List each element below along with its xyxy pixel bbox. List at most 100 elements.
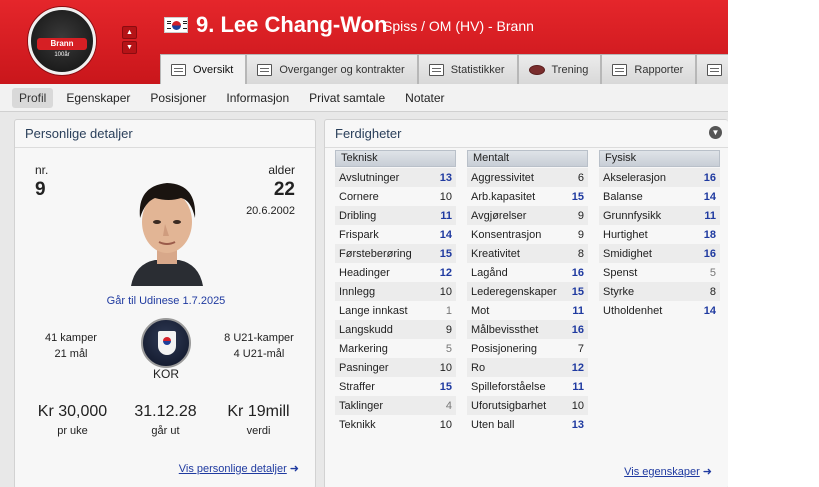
u21-caps: 8 U21-kamper [224,332,294,344]
skill-value: 11 [704,209,716,222]
previous-player-button[interactable]: ▲ [122,26,137,39]
skill-value: 1 [445,304,452,317]
skill-name: Avgjørelser [471,209,527,222]
wage-label: pr uke [57,425,88,437]
skill-row[interactable]: Arb.kapasitet 15 [467,187,588,206]
skill-row[interactable]: Spilleforståelse 11 [467,377,588,396]
tab-sam[interactable]: Sam [696,54,728,84]
skill-row[interactable]: Langskudd 9 [335,320,456,339]
age-value: 22 [273,179,295,200]
subnav-privat-samtale[interactable]: Privat samtale [302,88,392,108]
collapse-chevron-icon[interactable]: ▼ [709,126,722,139]
international-caps: 41 kamper [45,332,97,344]
skill-row[interactable]: Aggressivitet 6 [467,168,588,187]
tab-trening[interactable]: Trening [517,54,602,84]
skill-row[interactable]: Konsentrasjon 9 [467,225,588,244]
skill-row[interactable]: Lederegenskaper 15 [467,282,588,301]
skill-row[interactable]: Pasninger 10 [335,358,456,377]
skill-name: Spilleforståelse [471,380,546,393]
skill-name: Hurtighet [603,228,648,241]
skill-row[interactable]: Smidighet 16 [599,244,720,263]
club-logo[interactable]: Brann 100år [28,7,96,75]
skill-name: Arb.kapasitet [471,190,536,203]
skill-row[interactable]: Markering 5 [335,339,456,358]
view-attributes-link[interactable]: Vis egenskaper ➜ [624,465,712,478]
skill-name: Straffer [339,380,375,393]
skill-row[interactable]: Ro 12 [467,358,588,377]
tab-statistikker[interactable]: Statistikker [417,54,518,84]
skill-row[interactable]: Avslutninger 13 [335,168,456,187]
skill-value: 15 [439,247,452,260]
skill-row[interactable]: Balanse 14 [599,187,720,206]
skill-name: Ro [471,361,486,374]
subnav-informasjon[interactable]: Informasjon [219,88,296,108]
skill-row[interactable]: Lagånd 16 [467,263,588,282]
skill-row[interactable]: Akselerasjon 16 [599,168,720,187]
national-team-badge[interactable] [141,318,191,368]
skill-row[interactable]: Utholdenhet 14 [599,301,720,320]
skill-row[interactable]: Straffer 15 [335,377,456,396]
skill-value: 5 [445,342,452,355]
tab-overganger-og-kontrakter[interactable]: Overganger og kontrakter [246,54,418,84]
sub-navigation: Profil Egenskaper Posisjoner Informasjon Pri… [0,84,728,112]
skill-column-header: Fysisk [599,150,720,167]
skill-name: Taklinger [339,399,384,412]
stats-icon [428,63,444,76]
next-player-button[interactable]: ▼ [122,41,137,54]
skill-name: Mot [471,304,490,317]
squad-number: 9 [35,179,46,200]
skill-row[interactable]: Taklinger 4 [335,396,456,415]
skill-name: Uten ball [471,418,515,431]
skill-row[interactable]: Mot 11 [467,301,588,320]
skill-row[interactable]: Hurtighet 18 [599,225,720,244]
skill-value: 8 [577,247,584,260]
skill-row[interactable]: Innlegg 10 [335,282,456,301]
skill-value: 10 [439,418,452,431]
skill-row[interactable]: Førsteberøring 15 [335,244,456,263]
player-title: 9. Lee Chang-Won [196,12,388,37]
app-window: Brann 100år ▲ ▼ 9. Lee Chang-Won Spiss /… [0,0,728,487]
skill-row[interactable]: Posisjonering 7 [467,339,588,358]
skill-value: 10 [439,285,452,298]
skill-name: Innlegg [339,285,376,298]
sliders-icon [707,63,723,76]
skill-row[interactable]: Frispark 14 [335,225,456,244]
club-logo-year: 100år [54,52,70,58]
skill-row[interactable]: Teknikk 10 [335,415,456,434]
skill-name: Smidighet [603,247,652,260]
skill-row[interactable]: Avgjørelser 9 [467,206,588,225]
skill-row[interactable]: Cornere 10 [335,187,456,206]
subnav-posisjoner[interactable]: Posisjoner [143,88,213,108]
skill-value: 13 [571,418,584,431]
u21-goals: 4 U21-mål [233,348,285,360]
skill-row[interactable]: Grunnfysikk 11 [599,206,720,225]
tab-rapporter[interactable]: Rapporter [601,54,697,84]
skill-row[interactable]: Uforutsigbarhet 10 [467,396,588,415]
nation-code: KOR [152,367,179,381]
skill-row[interactable]: Spenst 5 [599,263,720,282]
skill-row[interactable]: Styrke 8 [599,282,720,301]
subnav-egenskaper[interactable]: Egenskaper [59,88,137,108]
skill-name: Teknikk [339,418,376,431]
skill-name: Styrke [603,285,635,298]
view-personal-details-link[interactable]: Vis personlige detaljer ➜ [179,462,299,475]
skill-name: Headinger [339,266,390,279]
skill-row[interactable]: Headinger 12 [335,263,456,282]
tab-label: Statistikker [450,63,505,76]
skill-row[interactable]: Dribling 11 [335,206,456,225]
report-icon [612,63,628,76]
skill-row[interactable]: Målbevissthet 16 [467,320,588,339]
skill-name: Posisjonering [471,342,538,355]
tab-oversikt[interactable]: Oversikt [160,54,247,84]
skill-row[interactable]: Lange innkast 1 [335,301,456,320]
skill-value: 15 [571,190,584,203]
tab-label: Oversikt [193,63,234,76]
skill-row[interactable]: Uten ball 13 [467,415,588,434]
skill-name: Pasninger [339,361,389,374]
subnav-notater[interactable]: Notater [398,88,451,108]
subnav-profil[interactable]: Profil [12,87,54,108]
skill-value: 10 [439,361,452,374]
skill-name: Uforutsigbarhet [471,399,547,412]
skill-name: Balanse [603,190,643,203]
skill-row[interactable]: Kreativitet 8 [467,244,588,263]
